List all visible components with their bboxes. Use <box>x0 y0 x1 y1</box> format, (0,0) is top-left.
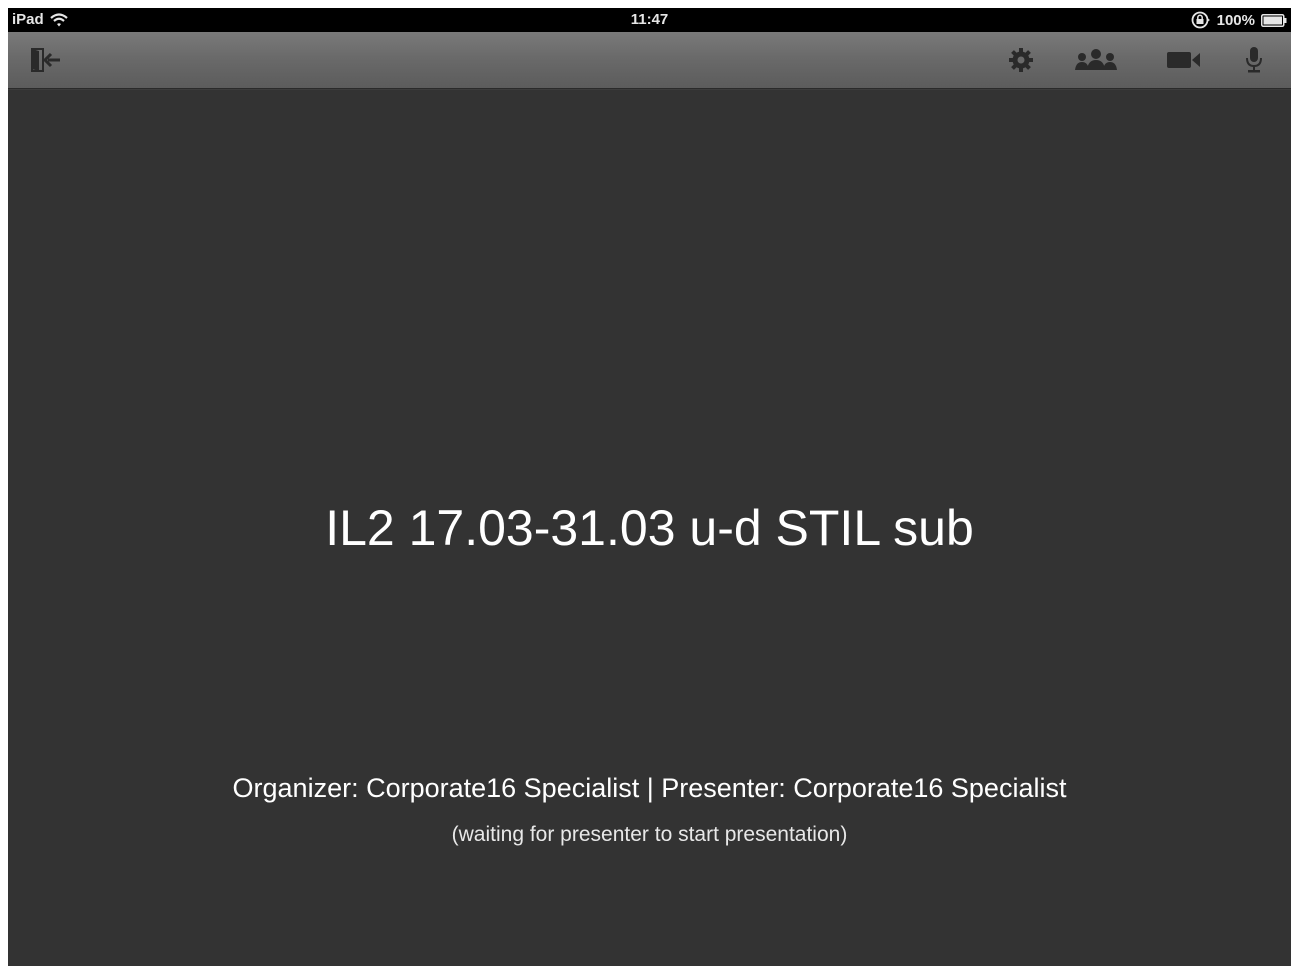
status-bar: iPad 11:47 100% <box>8 8 1291 32</box>
people-icon <box>1073 48 1119 72</box>
video-button[interactable] <box>1160 43 1208 77</box>
video-camera-icon <box>1166 49 1202 71</box>
exit-door-icon <box>29 47 63 73</box>
settings-button[interactable] <box>1004 43 1038 77</box>
ipad-screen: iPad 11:47 100% IL2 17.03-31.03 u-d STIL… <box>8 8 1291 966</box>
battery-icon <box>1261 13 1287 27</box>
device-name: iPad <box>12 11 44 28</box>
participants-button[interactable] <box>1068 43 1124 77</box>
gear-icon <box>1008 47 1034 73</box>
status-time: 11:47 <box>630 11 669 28</box>
organizer-presenter-info: Organizer: Corporate16 Specialist | Pres… <box>232 773 1067 803</box>
meeting-title: IL2 17.03-31.03 u-d STIL sub <box>325 500 974 556</box>
battery-percent: 100% <box>1216 11 1255 29</box>
leave-meeting-button[interactable] <box>26 43 66 77</box>
microphone-icon <box>1245 46 1263 74</box>
status-bar-right: 100% <box>1191 11 1287 29</box>
meeting-toolbar <box>8 32 1291 89</box>
wifi-icon <box>49 12 68 27</box>
microphone-button[interactable] <box>1240 43 1268 77</box>
waiting-status-text: (waiting for presenter to start presenta… <box>451 823 848 846</box>
rotation-lock-icon <box>1191 11 1211 29</box>
status-bar-left: iPad <box>12 11 68 28</box>
